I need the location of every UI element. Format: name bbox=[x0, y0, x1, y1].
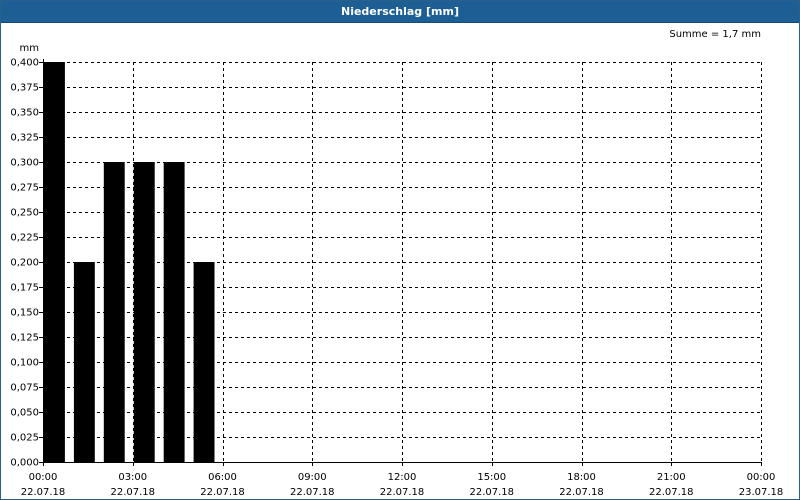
x-axis-ticks: 00:00 22.07.18 03:00 22.07.18 06:00 22.07.18 0… bbox=[21, 462, 784, 498]
x-tick-time-label: 00:00 bbox=[747, 472, 776, 483]
bar-0500 bbox=[193, 262, 215, 462]
y-tick-label: 0,275 bbox=[10, 183, 39, 194]
sum-annotation: Summe = 1,7 mm bbox=[669, 29, 761, 40]
x-tick-time-label: 00:00 bbox=[29, 472, 58, 483]
x-tick-time-label: 18:00 bbox=[567, 472, 596, 483]
y-tick-label: 0,300 bbox=[10, 158, 39, 169]
y-tick-label: 0,175 bbox=[10, 283, 39, 294]
precipitation-chart: 0,000 0,025 0,050 0,075 0,100 0,125 0,150 0,175… bbox=[10, 29, 784, 498]
x-tick-time-label: 09:00 bbox=[298, 472, 327, 483]
x-tick-date-label: 22.07.18 bbox=[21, 487, 66, 498]
y-tick-label: 0,125 bbox=[10, 333, 39, 344]
x-tick-date-label: 22.07.18 bbox=[200, 487, 245, 498]
x-tick-time-label: 12:00 bbox=[388, 472, 417, 483]
x-tick-time-label: 03:00 bbox=[118, 472, 147, 483]
bar-0100 bbox=[73, 262, 95, 462]
x-tick-date-label: 22.07.18 bbox=[469, 487, 514, 498]
y-tick-label: 0,325 bbox=[10, 133, 39, 144]
y-tick-label: 0,250 bbox=[10, 208, 39, 219]
y-tick-label: 0,075 bbox=[10, 383, 39, 394]
bar-0200 bbox=[103, 162, 125, 462]
y-axis-ticks: 0,000 0,025 0,050 0,075 0,100 0,125 0,150 0,175… bbox=[10, 58, 43, 469]
y-tick-label: 0,025 bbox=[10, 433, 39, 444]
chart-window: Niederschlag [mm] 0,000 0,025 0,050 0,075 0,… bbox=[0, 0, 800, 500]
y-tick-label: 0,200 bbox=[10, 258, 39, 269]
y-axis-unit-label: mm bbox=[20, 43, 39, 54]
y-tick-label: 0,225 bbox=[10, 233, 39, 244]
bar-0400 bbox=[163, 162, 185, 462]
x-tick-time-label: 06:00 bbox=[208, 472, 237, 483]
x-tick-date-label: 23.07.18 bbox=[739, 487, 784, 498]
y-tick-label: 0,100 bbox=[10, 358, 39, 369]
y-tick-label: 0,400 bbox=[10, 58, 39, 69]
x-tick-date-label: 22.07.18 bbox=[649, 487, 694, 498]
y-tick-label: 0,050 bbox=[10, 408, 39, 419]
x-tick-time-label: 21:00 bbox=[657, 472, 686, 483]
x-tick-date-label: 22.07.18 bbox=[380, 487, 425, 498]
x-tick-date-label: 22.07.18 bbox=[559, 487, 604, 498]
y-tick-label: 0,000 bbox=[10, 458, 39, 469]
x-tick-date-label: 22.07.18 bbox=[290, 487, 335, 498]
bar-0300 bbox=[133, 162, 155, 462]
y-tick-label: 0,150 bbox=[10, 308, 39, 319]
bar-0000 bbox=[44, 62, 65, 462]
x-tick-date-label: 22.07.18 bbox=[110, 487, 155, 498]
x-tick-time-label: 15:00 bbox=[477, 472, 506, 483]
y-tick-label: 0,350 bbox=[10, 108, 39, 119]
y-tick-label: 0,375 bbox=[10, 83, 39, 94]
